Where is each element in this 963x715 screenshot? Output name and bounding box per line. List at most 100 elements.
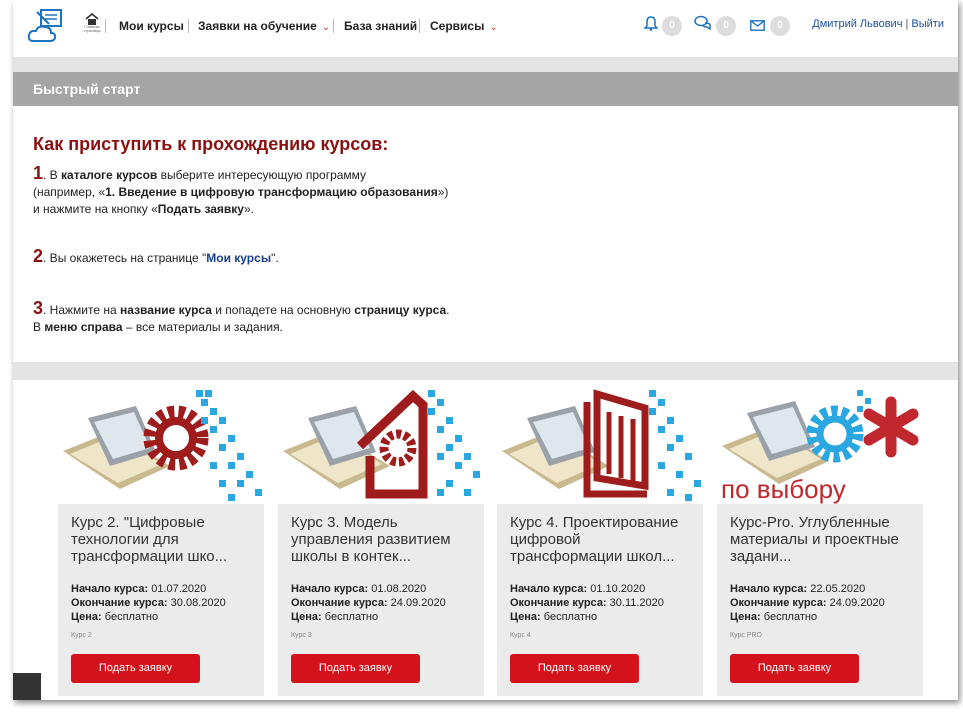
mail-icon[interactable] xyxy=(750,18,765,36)
top-navigation: Главная страница Мои курсы Заявки на обу… xyxy=(13,0,958,57)
apply-button-name: Подать заявку xyxy=(157,202,244,216)
nav-services[interactable]: Сервисы ⌄ xyxy=(430,19,498,33)
step-text: . В xyxy=(43,168,62,182)
step-text: и нажмите на кнопку « xyxy=(33,202,158,216)
course-title[interactable]: Курс-Pro. Углубленные материалы и проект… xyxy=(730,514,910,565)
step-text: и попадете на основную xyxy=(211,303,355,317)
scroll-to-top-button[interactable] xyxy=(13,673,41,700)
site-logo[interactable] xyxy=(27,8,67,44)
course-image-choice[interactable]: по выбору xyxy=(717,386,923,504)
cloud-logo-icon xyxy=(27,9,62,42)
nav-services-label: Сервисы xyxy=(430,19,485,33)
course-card: Курс 3. Модель управления развитием школ… xyxy=(278,386,484,696)
end-label: Окончание курса: xyxy=(71,597,168,609)
start-label: Начало курса: xyxy=(730,583,808,595)
course-code: Курс 2 xyxy=(71,632,92,639)
nav-applications[interactable]: Заявки на обучение ⌄ xyxy=(198,19,330,33)
course-price: бесплатно xyxy=(543,611,598,623)
step-1: 1. В каталоге курсов выберите интересующ… xyxy=(33,164,449,218)
price-label: Цена: xyxy=(291,611,322,623)
step-text: . xyxy=(446,303,450,317)
nav-knowledge-base[interactable]: База знаний xyxy=(344,19,417,33)
course-price: бесплатно xyxy=(104,611,159,623)
chevron-down-icon: ⌄ xyxy=(489,22,498,33)
logout-link[interactable]: Выйти xyxy=(911,18,944,30)
step-text: – все материалы и задания. xyxy=(122,320,283,334)
chat-icon[interactable] xyxy=(694,15,712,35)
step-2: 2. Вы окажетесь на странице "Мои курсы". xyxy=(33,246,279,267)
step-text: ») xyxy=(437,185,449,199)
course-end: 30.08.2020 xyxy=(170,597,226,609)
user-menu: Дмитрий Львович | Выйти xyxy=(812,18,944,30)
instructions-heading: Как приступить к прохождению курсов: xyxy=(33,134,389,154)
nav-divider xyxy=(188,19,189,33)
course-card: Курс 4. Проектирование цифровой трансфор… xyxy=(497,386,703,696)
apply-button[interactable]: Подать заявку xyxy=(71,654,200,683)
step-text: . Вы окажетесь на странице " xyxy=(43,251,207,265)
user-name-link[interactable]: Дмитрий Львович xyxy=(812,18,902,30)
step-text: (например, « xyxy=(33,185,106,199)
course-grid: Курс 2. "Цифровые технологии для трансфо… xyxy=(13,380,958,700)
course-code: Курс 3 xyxy=(291,632,312,639)
user-separator: | xyxy=(905,18,909,30)
my-courses-link[interactable]: Мои курсы xyxy=(206,251,271,265)
course-name-term: название курса xyxy=(120,303,212,317)
course-price: бесплатно xyxy=(763,611,818,623)
course-image-book[interactable] xyxy=(497,386,703,504)
course-card-body: Курс 3. Модель управления развитием школ… xyxy=(278,504,484,696)
course-card: Курс 2. "Цифровые технологии для трансфо… xyxy=(58,386,264,696)
home-caption: Главная страница xyxy=(83,24,101,33)
right-menu-term: меню справа xyxy=(44,320,123,334)
nav-divider xyxy=(419,19,420,33)
nav-divider xyxy=(105,19,106,33)
course-start: 22.05.2020 xyxy=(810,583,866,595)
course-meta: Начало курса: 01.10.2020 Окончание курса… xyxy=(510,582,700,624)
example-course-name: 1. Введение в цифровую трансформацию обр… xyxy=(105,185,438,199)
course-code: Курс PRO xyxy=(730,632,763,639)
course-meta: Начало курса: 22.05.2020 Окончание курса… xyxy=(730,582,920,624)
apply-button[interactable]: Подать заявку xyxy=(730,654,859,683)
quick-start-instructions: Как приступить к прохождению курсов: 1. … xyxy=(33,132,933,334)
course-card-body: Курс 2. "Цифровые технологии для трансфо… xyxy=(58,504,264,696)
end-label: Окончание курса: xyxy=(730,597,827,609)
course-image-house[interactable] xyxy=(278,386,484,504)
catalog-link: каталоге курсов xyxy=(61,168,158,182)
price-label: Цена: xyxy=(71,611,102,623)
step-text: . Нажмите на xyxy=(43,303,121,317)
section-divider xyxy=(13,362,958,380)
home-link[interactable]: Главная страница xyxy=(81,13,103,33)
course-title[interactable]: Курс 2. "Цифровые технологии для трансфо… xyxy=(71,514,251,565)
course-end: 24.09.2020 xyxy=(390,597,446,609)
nav-applications-label: Заявки на обучение xyxy=(198,19,317,33)
bell-icon[interactable] xyxy=(643,15,659,36)
course-code: Курс 4 xyxy=(510,632,531,639)
course-title[interactable]: Курс 4. Проектирование цифровой трансфор… xyxy=(510,514,690,565)
course-end: 30.11.2020 xyxy=(609,597,664,609)
course-card-body: Курс 4. Проектирование цифровой трансфор… xyxy=(497,504,703,696)
course-image-overlay-text: по выбору xyxy=(721,474,846,504)
course-page-term: страницу курса xyxy=(354,303,447,317)
course-card-body: Курс-Pro. Углубленные материалы и проект… xyxy=(717,504,923,696)
course-start: 01.10.2020 xyxy=(590,583,646,595)
nav-divider xyxy=(333,19,334,33)
apply-button[interactable]: Подать заявку xyxy=(291,654,420,683)
app-window: Главная страница Мои курсы Заявки на обу… xyxy=(13,0,958,700)
header-spacer xyxy=(13,57,958,72)
apply-button[interactable]: Подать заявку xyxy=(510,654,639,683)
course-image-gear[interactable] xyxy=(58,386,264,504)
price-label: Цена: xyxy=(510,611,541,623)
step-text: ». xyxy=(243,202,254,216)
step-text: выберите интересующую программу xyxy=(157,168,367,182)
nav-my-courses[interactable]: Мои курсы xyxy=(119,19,184,33)
quick-start-title: Быстрый старт xyxy=(13,72,958,106)
end-label: Окончание курса: xyxy=(510,597,607,609)
course-end: 24.09.2020 xyxy=(829,597,885,609)
price-label: Цена: xyxy=(730,611,761,623)
step-number: 2 xyxy=(33,246,44,266)
step-text: В xyxy=(33,320,45,334)
course-title[interactable]: Курс 3. Модель управления развитием школ… xyxy=(291,514,471,565)
course-card: по выбору Курс-Pro. Углубленные материал… xyxy=(717,386,923,696)
course-start: 01.07.2020 xyxy=(151,583,207,595)
course-meta: Начало курса: 01.07.2020 Окончание курса… xyxy=(71,582,261,624)
course-start: 01.08.2020 xyxy=(371,583,427,595)
